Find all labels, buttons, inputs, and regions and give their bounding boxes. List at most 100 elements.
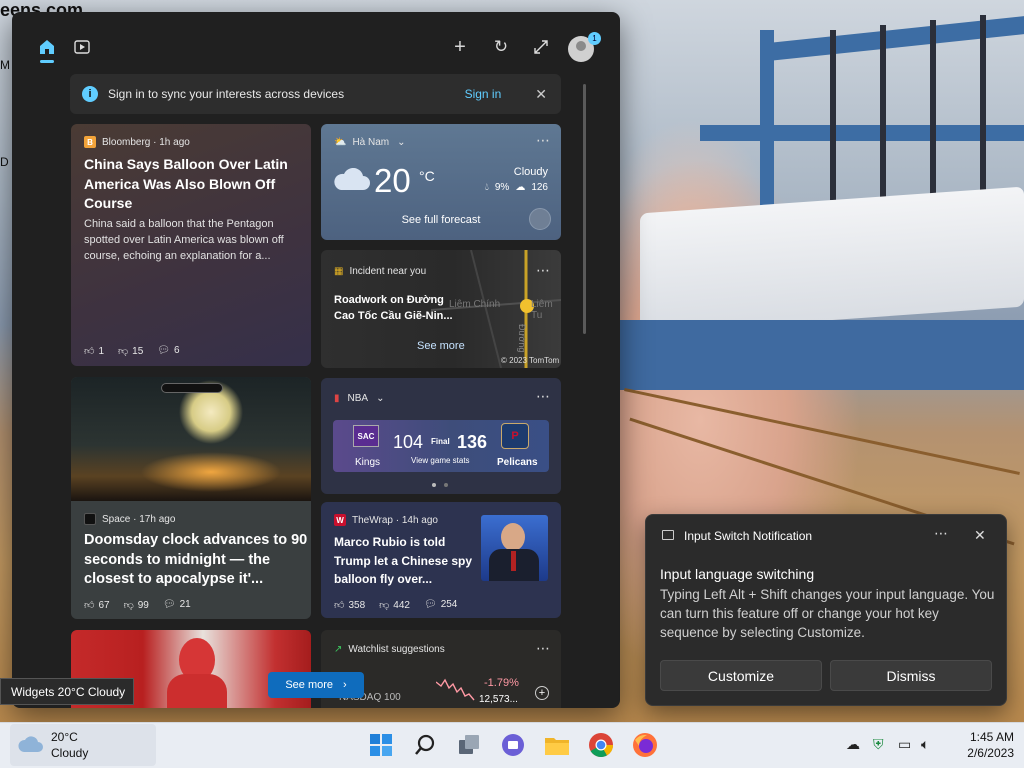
scrollbar[interactable] xyxy=(583,84,586,334)
folder-icon xyxy=(545,738,569,755)
more-options-icon[interactable]: ⋯ xyxy=(536,640,550,657)
start-button[interactable] xyxy=(366,730,396,760)
more-options-icon[interactable]: ⋯ xyxy=(536,262,550,279)
news-headline: Marco Rubio is told Trump let a Chinese … xyxy=(334,535,473,586)
thumbs-up-icon: 👍︎ xyxy=(84,346,95,357)
security-shield-icon[interactable]: ⛨ xyxy=(873,736,884,753)
dismiss-button[interactable]: Dismiss xyxy=(830,660,992,691)
weather-location[interactable]: ⛅ Hà Nam ⌄ xyxy=(334,137,406,148)
dislike-button[interactable]: 👎︎ 15 xyxy=(118,345,143,357)
nuclear-explosion-image xyxy=(71,377,311,501)
close-icon[interactable]: ✕ xyxy=(974,527,986,544)
volume-icon[interactable]: 🔈︎ xyxy=(921,736,929,753)
bed-slat xyxy=(880,25,886,200)
customize-button[interactable]: Customize xyxy=(660,660,822,691)
watchlist-label: ↗ Watchlist suggestions xyxy=(334,644,445,655)
add-widget-button[interactable]: + xyxy=(445,32,475,62)
news-source: B Bloomberg · 1h ago xyxy=(84,136,190,148)
home-tab-button[interactable] xyxy=(32,32,62,62)
comment-button[interactable]: 💬︎ 21 xyxy=(163,599,191,611)
taskbar: 20°C Cloudy ☁︎ ⛨ ▭ 🔈︎ 1:45 AM 2/6/2023 xyxy=(0,722,1024,768)
teams-chat-button[interactable] xyxy=(498,730,528,760)
game-score-box[interactable]: SAC Kings 104 Final 136 View game stats … xyxy=(333,420,549,472)
more-options-icon[interactable]: ⋯ xyxy=(536,132,550,149)
search-icon xyxy=(415,734,435,755)
comment-button[interactable]: 💬︎ 6 xyxy=(157,345,179,357)
firefox-icon xyxy=(633,733,657,757)
like-count: 67 xyxy=(98,600,110,611)
add-to-watchlist-icon[interactable]: + xyxy=(535,686,549,700)
chrome-icon xyxy=(589,733,613,758)
bed-slat xyxy=(980,15,986,200)
taskbar-weather-widget[interactable]: 20°C Cloudy xyxy=(10,724,156,766)
team1-name: Kings xyxy=(355,457,381,468)
taskbar-weather-condition: Cloudy xyxy=(51,746,89,760)
incident-see-more-link[interactable]: See more xyxy=(417,340,465,352)
watch-tab-button[interactable] xyxy=(67,32,97,62)
home-icon xyxy=(40,40,54,54)
like-button[interactable]: 👍︎ 358 xyxy=(334,599,365,611)
see-full-forecast-link[interactable]: See full forecast xyxy=(321,214,561,226)
dislike-count: 99 xyxy=(137,600,149,611)
more-options-icon[interactable]: ⋯ xyxy=(934,525,948,542)
red-figure-body xyxy=(167,674,227,708)
news-card[interactable]: Space · 17h ago Doomsday clock advances … xyxy=(71,377,311,619)
widgets-tooltip: Widgets 20°C Cloudy xyxy=(0,678,134,705)
team2-score: 136 xyxy=(457,432,488,452)
video-icon xyxy=(74,40,90,54)
space-logo-icon xyxy=(84,513,96,525)
refresh-button[interactable]: ↻ xyxy=(486,32,516,62)
news-card[interactable]: W TheWrap · 14h ago Marco Rubio is told … xyxy=(321,502,561,618)
display-icon[interactable]: ▭ xyxy=(898,736,911,753)
see-more-label: See more xyxy=(285,679,334,691)
news-source-label: Bloomberg · 1h ago xyxy=(102,136,190,148)
incident-text: Roadwork on Đường Cao Tốc Cầu Giẽ-Nin... xyxy=(334,294,453,322)
like-button[interactable]: 👍︎ 1 xyxy=(84,345,104,357)
pelicans-logo-icon: P xyxy=(501,423,529,449)
notification-app-name: Input Switch Notification xyxy=(684,529,813,543)
task-view-button[interactable] xyxy=(454,730,484,760)
partly-cloudy-icon: ⛅ xyxy=(334,137,347,148)
nba-label[interactable]: ▮ NBA ⌄ xyxy=(334,393,384,404)
incident-label-text: Incident near you xyxy=(349,266,427,277)
widgets-panel: + ↻ 1 i Sign in to sync your interests a… xyxy=(12,12,620,708)
system-clock[interactable]: 1:45 AM 2/6/2023 xyxy=(950,729,1014,761)
like-count: 358 xyxy=(348,600,366,611)
nba-card[interactable]: ▮ NBA ⌄ ⋯ SAC Kings 104 Final 136 View g… xyxy=(321,378,561,494)
firefox-button[interactable] xyxy=(630,730,660,760)
incident-card[interactable]: Liêm Chính Liêm Tu Đường ▦ Incident near… xyxy=(321,250,561,368)
dislike-button[interactable]: 👎︎ 99 xyxy=(124,599,149,611)
news-reactions: 👍︎ 67 👎︎ 99 💬︎ 21 xyxy=(84,599,191,611)
see-more-button[interactable]: See more › xyxy=(268,672,364,698)
news-card[interactable]: B Bloomberg · 1h ago China Says Balloon … xyxy=(71,124,311,366)
news-source-label: Space · 17h ago xyxy=(102,513,176,525)
comment-button[interactable]: 💬︎ 254 xyxy=(424,599,457,611)
chrome-button[interactable] xyxy=(586,730,616,760)
view-game-stats-link[interactable]: View game stats xyxy=(411,456,470,465)
weather-unit: °C xyxy=(419,168,435,184)
chevron-down-icon: ⌄ xyxy=(376,393,385,404)
weather-card[interactable]: ⛅ Hà Nam ⌄ ⋯ 20 °C Cloudy 💧︎ 9% ☁︎ 126 See… xyxy=(321,124,561,240)
plus-icon: + xyxy=(454,35,466,58)
carousel-dot[interactable] xyxy=(444,483,448,487)
expand-button[interactable] xyxy=(526,32,556,62)
more-options-icon[interactable]: ⋯ xyxy=(536,388,550,405)
aqi-icon: ☁︎ xyxy=(515,182,526,193)
comment-count: 6 xyxy=(174,345,180,356)
taskbar-weather-temp: 20°C xyxy=(51,730,78,744)
weather-map-thumbnail[interactable] xyxy=(529,208,551,230)
comment-icon: 💬︎ xyxy=(157,345,170,356)
team2-name: Pelicans xyxy=(497,457,538,468)
news-reactions: 👍︎ 358 👎︎ 442 💬︎ 254 xyxy=(334,599,457,611)
carousel-dot-active[interactable] xyxy=(432,483,436,487)
news-headline: Doomsday clock advances to 90 seconds to… xyxy=(84,532,308,587)
search-button[interactable] xyxy=(410,730,440,760)
dislike-button[interactable]: 👎︎ 442 xyxy=(379,599,410,611)
like-button[interactable]: 👍︎ 67 xyxy=(84,599,110,611)
file-explorer-button[interactable] xyxy=(542,730,572,760)
keyboard-icon xyxy=(662,530,674,540)
network-status-icon[interactable]: ☁︎ xyxy=(846,736,860,753)
thumbs-down-icon: 👎︎ xyxy=(123,600,134,611)
signin-link[interactable]: Sign in xyxy=(465,87,502,101)
close-icon[interactable]: ✕ xyxy=(535,86,547,103)
